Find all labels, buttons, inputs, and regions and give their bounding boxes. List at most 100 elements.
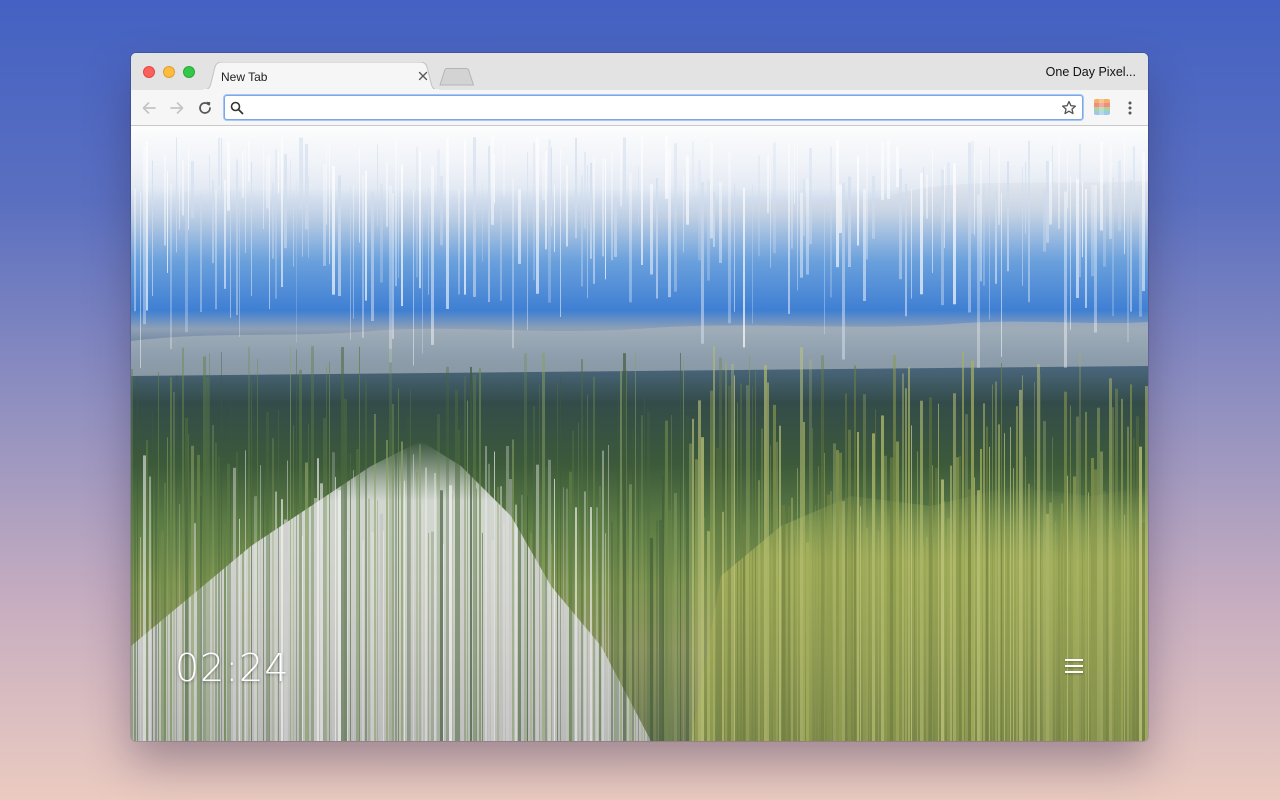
ground-streak (734, 375, 735, 741)
ground-streak (548, 459, 551, 741)
ground-streak (1133, 437, 1135, 741)
ground-streak (1142, 522, 1145, 741)
sky-streak (500, 195, 502, 301)
ground-streak (338, 490, 341, 741)
kebab-menu-icon[interactable] (1124, 99, 1136, 117)
ground-streak (869, 534, 870, 741)
ground-streak (545, 467, 547, 741)
ground-streak (668, 510, 671, 741)
sky-streak (1067, 147, 1068, 209)
ground-streak (629, 484, 632, 741)
sky-streak (1133, 146, 1135, 212)
close-icon[interactable] (417, 70, 429, 82)
sky-streak (221, 137, 222, 196)
ground-streak (530, 532, 532, 741)
hamburger-menu-icon[interactable] (1065, 659, 1083, 675)
sky-streak (1139, 185, 1142, 317)
ground-streak (377, 500, 378, 741)
ground-streak (803, 421, 805, 741)
sky-streak (359, 146, 360, 243)
new-tab-icon[interactable] (439, 68, 475, 86)
ground-streak (977, 490, 980, 741)
ground-streak (143, 455, 146, 741)
sky-streak (239, 191, 240, 337)
ground-streak (509, 479, 512, 741)
ground-streak (914, 506, 915, 741)
ground-streak (707, 531, 710, 741)
ground-streak (953, 393, 956, 741)
ground-streak (146, 440, 148, 741)
ground-streak (632, 429, 634, 741)
sky-streak (656, 177, 658, 299)
ground-streak (653, 540, 654, 741)
tab-new-tab[interactable]: New Tab (203, 62, 439, 90)
minimize-window-icon[interactable] (163, 66, 175, 78)
forward-arrow-icon[interactable] (168, 99, 186, 117)
sky-streak (794, 141, 795, 205)
sky-streak (251, 161, 252, 296)
ground-streak (896, 441, 899, 741)
star-icon[interactable] (1061, 100, 1077, 116)
extension-icon[interactable] (1094, 99, 1110, 115)
sky-streak (872, 175, 875, 239)
ground-streak (881, 415, 884, 741)
sky-streak (275, 149, 277, 299)
reload-icon[interactable] (196, 99, 214, 117)
ground-streak (593, 376, 595, 741)
sky-streak (227, 141, 230, 211)
ground-streak (599, 486, 601, 741)
ground-streak (728, 385, 731, 741)
ground-streak (956, 457, 959, 741)
ground-streak (659, 519, 662, 741)
ground-streak (1118, 538, 1121, 741)
ground-streak (380, 513, 383, 741)
address-input[interactable] (249, 98, 1053, 119)
sky-streak (266, 157, 269, 209)
ground-streak (950, 465, 952, 741)
sky-streak (896, 146, 899, 188)
sky-streak (182, 160, 184, 216)
ground-streak (506, 445, 509, 741)
sky-streak (1043, 189, 1046, 252)
ground-streak (497, 487, 499, 741)
sky-streak (1109, 144, 1112, 239)
close-window-icon[interactable] (143, 66, 155, 78)
ground-streak (815, 505, 816, 741)
profile-name[interactable]: One Day Pixel... (1046, 65, 1136, 79)
sky-streak (989, 147, 990, 320)
ground-streak (806, 542, 809, 741)
maximize-window-icon[interactable] (183, 66, 195, 78)
sky-streak (629, 172, 632, 303)
sky-streak (1079, 143, 1081, 278)
ground-streak (1061, 503, 1063, 741)
ground-streak (1130, 384, 1132, 741)
sky-streak (1076, 178, 1079, 299)
ground-streak (155, 436, 157, 741)
ground-streak (317, 458, 319, 741)
ground-streak (245, 450, 246, 741)
ground-streak (866, 527, 868, 741)
sky-streak (503, 140, 505, 196)
sky-streak (758, 155, 760, 257)
sky-streak (326, 146, 327, 225)
sky-streak (977, 194, 980, 368)
ground-streak (272, 438, 274, 741)
sky-streak (494, 154, 495, 204)
sky-streak (665, 136, 668, 199)
back-arrow-icon[interactable] (140, 99, 158, 117)
sky-streak (590, 162, 592, 259)
address-bar[interactable] (224, 95, 1083, 120)
ground-streak (404, 480, 405, 741)
sky-streak (446, 137, 449, 309)
ground-streak (230, 401, 231, 741)
ground-streak (947, 518, 950, 741)
sky-streak (212, 180, 214, 264)
ground-streak (605, 533, 606, 741)
sky-streak (866, 146, 868, 260)
ground-streak (821, 355, 824, 741)
ground-streak (929, 397, 932, 741)
ground-streak (458, 429, 460, 741)
sky-streak (269, 154, 270, 310)
ground-streak (1121, 398, 1123, 741)
title-bar: New Tab One Day Pixel... (131, 53, 1148, 90)
